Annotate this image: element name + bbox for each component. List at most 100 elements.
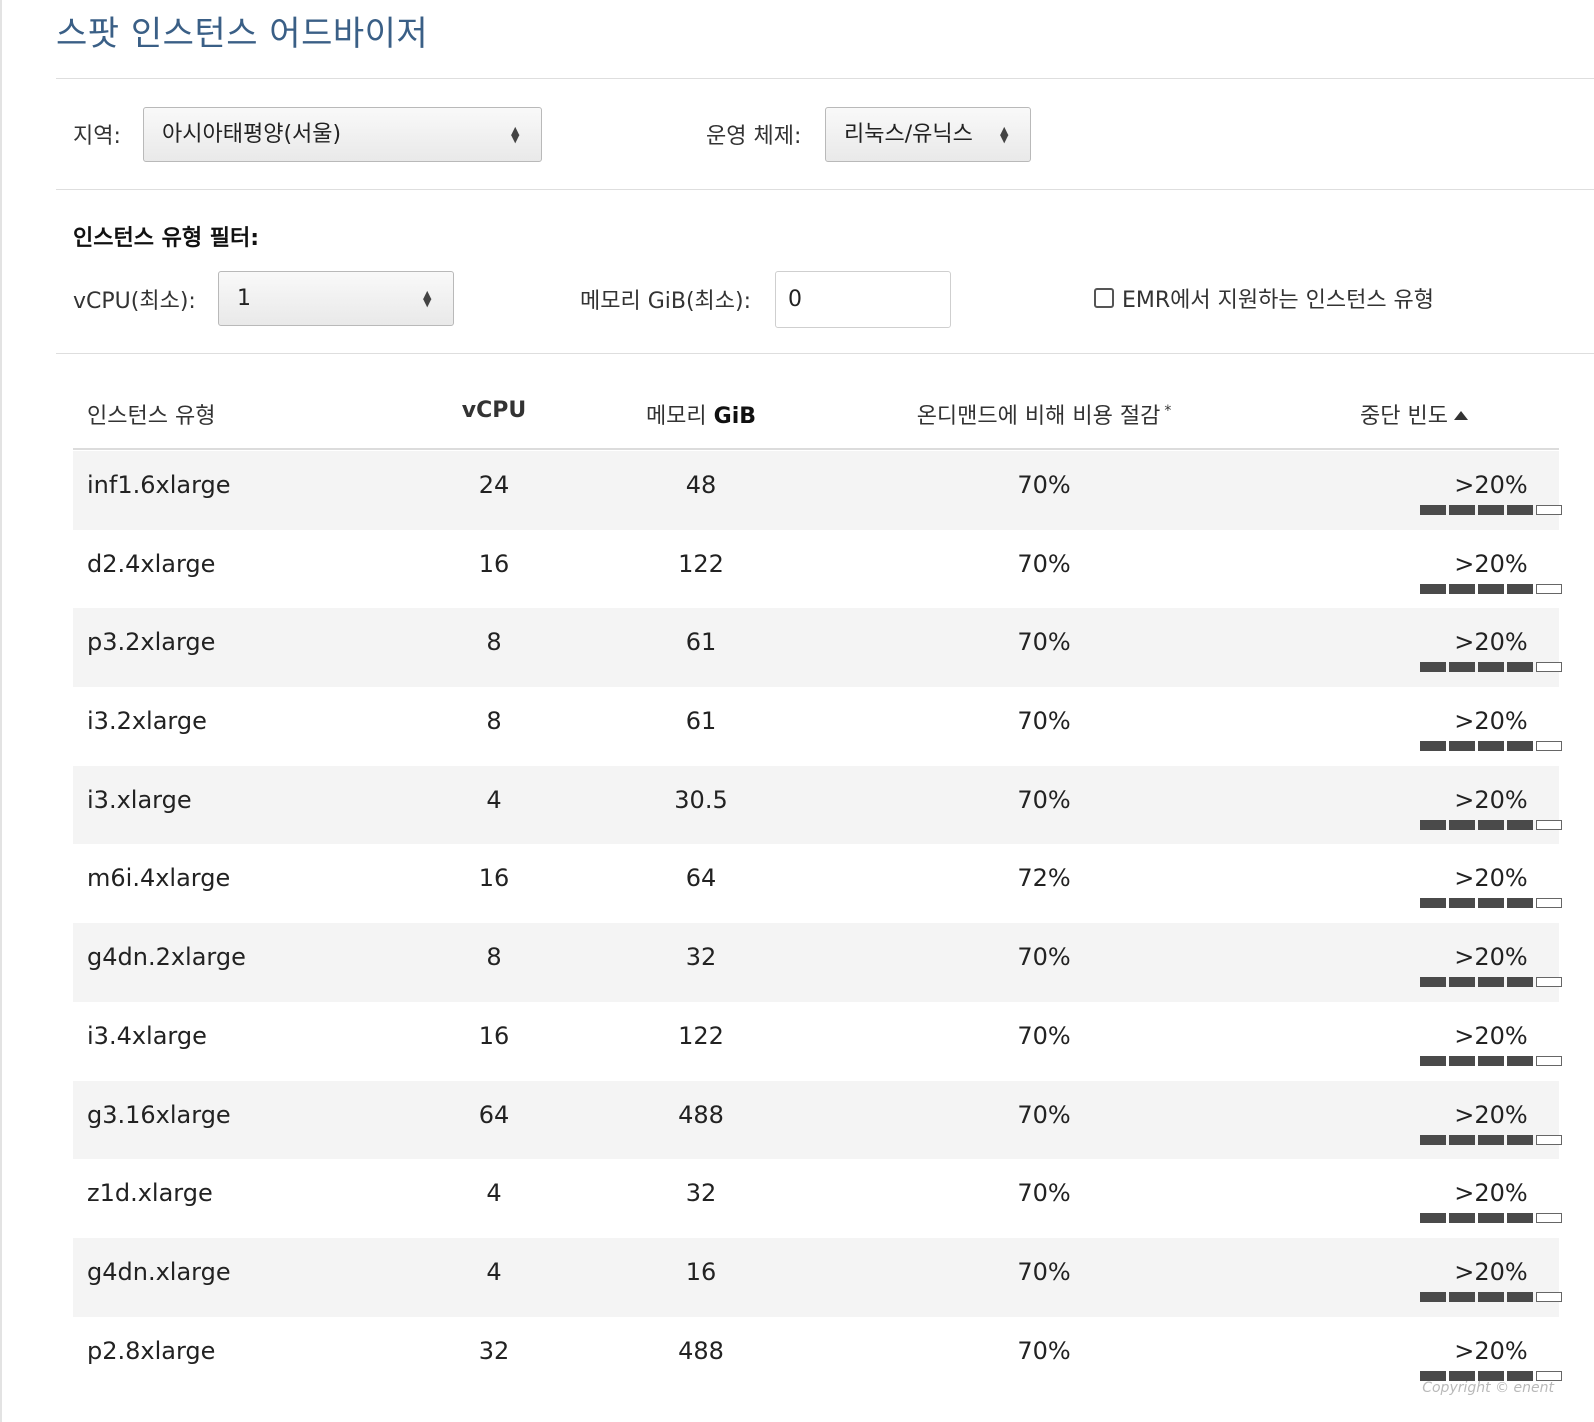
frequency-value: >20% — [1454, 1257, 1528, 1286]
os-select[interactable]: 리눅스/유닉스 ▲ ▼ — [825, 107, 1031, 162]
frequency-meter — [1418, 977, 1564, 988]
frequency-meter — [1418, 741, 1564, 752]
frequency-value: >20% — [1454, 1100, 1528, 1129]
frequency-value: >20% — [1454, 1179, 1528, 1208]
instance-type-cell: g4dn.2xlarge — [87, 943, 246, 972]
instance-type-cell: m6i.4xlarge — [87, 864, 231, 893]
frequency-value: >20% — [1454, 1336, 1528, 1365]
column-header-frequency[interactable]: 중단 빈도 — [1360, 398, 1468, 430]
frequency-meter-segment — [1507, 1134, 1533, 1145]
frequency-meter-segment — [1507, 819, 1533, 830]
frequency-meter-segment — [1449, 1213, 1475, 1224]
frequency-value: >20% — [1454, 1021, 1528, 1050]
table-row[interactable]: g4dn.xlarge 4 16 70% >20% — [73, 1237, 1562, 1317]
frequency-value: >20% — [1454, 628, 1528, 657]
divider — [56, 189, 1594, 190]
divider — [56, 353, 1594, 354]
frequency-header-label: 중단 빈도 — [1360, 404, 1448, 429]
sort-ascending-icon — [1453, 411, 1468, 420]
frequency-cell: >20% — [1418, 471, 1564, 515]
page-title: 스팟 인스턴스 어드바이저 — [56, 14, 429, 54]
instance-type-cell: g4dn.xlarge — [87, 1257, 231, 1286]
memory-cell: 32 — [685, 1179, 717, 1208]
table-row[interactable]: d2.4xlarge 16 122 70% >20% — [73, 530, 1562, 609]
savings-cell: 70% — [1017, 943, 1071, 972]
frequency-meter-segment — [1478, 662, 1504, 673]
frequency-cell: >20% — [1418, 786, 1564, 830]
vcpu-min-select[interactable]: 1 ▲ ▼ — [218, 271, 454, 326]
savings-cell: 70% — [1017, 1021, 1071, 1050]
table-header: 인스턴스 유형 vCPU 메모리 GiB 온디맨드에 비해 비용 절감 * 중단 … — [73, 378, 1559, 450]
frequency-meter-segment — [1449, 1055, 1475, 1066]
frequency-meter — [1418, 1055, 1564, 1066]
table-row[interactable]: i3.xlarge 4 30.5 70% >20% — [73, 765, 1562, 845]
frequency-meter-segment — [1507, 977, 1533, 988]
table-row[interactable]: g4dn.2xlarge 8 32 70% >20% — [73, 923, 1562, 1002]
savings-cell: 70% — [1017, 549, 1071, 578]
memory-cell: 61 — [685, 707, 717, 736]
table-row[interactable]: g3.16xlarge 64 488 70% >20% — [73, 1080, 1562, 1160]
frequency-meter-segment — [1536, 662, 1562, 673]
instance-type-cell: p3.2xlarge — [87, 628, 216, 657]
savings-cell: 70% — [1017, 1336, 1071, 1365]
frequency-meter-segment — [1478, 977, 1504, 988]
frequency-meter-segment — [1478, 505, 1504, 515]
savings-cell: 70% — [1017, 707, 1071, 736]
frequency-meter-segment — [1536, 505, 1562, 515]
column-header-savings[interactable]: 온디맨드에 비해 비용 절감 * — [917, 398, 1172, 430]
vcpu-cell: 4 — [486, 1257, 502, 1286]
frequency-meter-segment — [1449, 505, 1475, 515]
frequency-cell: >20% — [1418, 628, 1564, 673]
frequency-meter-segment — [1507, 898, 1533, 909]
column-header-vcpu[interactable]: vCPU — [462, 398, 526, 423]
frequency-meter-segment — [1478, 1291, 1504, 1302]
frequency-cell: >20% — [1418, 864, 1564, 909]
region-select[interactable]: 아시아태평양(서울) ▲ ▼ — [143, 107, 542, 162]
table-row[interactable]: i3.2xlarge 8 61 70% >20% — [73, 687, 1562, 766]
table-row[interactable]: inf1.6xlarge 24 48 70% >20% — [73, 451, 1562, 530]
frequency-value: >20% — [1454, 549, 1528, 578]
table-row[interactable]: p3.2xlarge 8 61 70% >20% — [73, 608, 1562, 688]
frequency-meter-segment — [1449, 662, 1475, 673]
memory-cell: 64 — [685, 864, 717, 893]
memory-cell: 16 — [685, 1257, 717, 1286]
vcpu-cell: 8 — [486, 943, 502, 972]
frequency-cell: >20% — [1418, 1337, 1564, 1381]
table-row[interactable]: i3.4xlarge 16 122 70% >20% — [73, 1002, 1562, 1081]
frequency-value: >20% — [1454, 707, 1528, 736]
frequency-meter-segment — [1449, 1291, 1475, 1302]
frequency-meter — [1418, 505, 1564, 515]
frequency-cell: >20% — [1418, 1101, 1564, 1145]
frequency-meter — [1418, 898, 1564, 909]
frequency-meter — [1418, 662, 1564, 673]
emr-checkbox-label[interactable]: EMR에서 지원하는 인스턴스 유형 — [1122, 282, 1434, 314]
emr-checkbox[interactable] — [1094, 288, 1114, 308]
frequency-value: >20% — [1454, 471, 1528, 499]
frequency-meter-segment — [1449, 977, 1475, 988]
frequency-meter-segment — [1420, 819, 1446, 830]
column-header-memory[interactable]: 메모리 GiB — [646, 398, 756, 430]
vcpu-cell: 16 — [478, 864, 510, 893]
table-row[interactable]: p2.8xlarge 32 488 70% >20% — [73, 1317, 1562, 1396]
frequency-meter-segment — [1507, 662, 1533, 673]
frequency-meter-segment — [1420, 1291, 1446, 1302]
vcpu-cell: 24 — [478, 471, 510, 499]
column-header-instance-type[interactable]: 인스턴스 유형 — [87, 398, 215, 430]
frequency-meter-segment — [1420, 505, 1446, 515]
frequency-meter-segment — [1507, 1055, 1533, 1066]
savings-cell: 70% — [1017, 628, 1071, 657]
frequency-meter-segment — [1420, 977, 1446, 988]
savings-cell: 72% — [1017, 864, 1071, 893]
frequency-meter-segment — [1478, 1134, 1504, 1145]
instance-type-cell: z1d.xlarge — [87, 1179, 213, 1208]
memory-min-input[interactable]: 0 — [775, 271, 951, 328]
table-row[interactable]: m6i.4xlarge 16 64 72% >20% — [73, 844, 1562, 923]
frequency-meter-segment — [1478, 819, 1504, 830]
frequency-meter-segment — [1449, 741, 1475, 752]
frequency-meter — [1418, 1134, 1564, 1145]
instance-type-cell: g3.16xlarge — [87, 1100, 231, 1129]
frequency-meter-segment — [1449, 898, 1475, 909]
table-row[interactable]: z1d.xlarge 4 32 70% >20% — [73, 1159, 1562, 1238]
vcpu-cell: 64 — [478, 1100, 510, 1129]
instance-type-cell: i3.2xlarge — [87, 707, 207, 736]
